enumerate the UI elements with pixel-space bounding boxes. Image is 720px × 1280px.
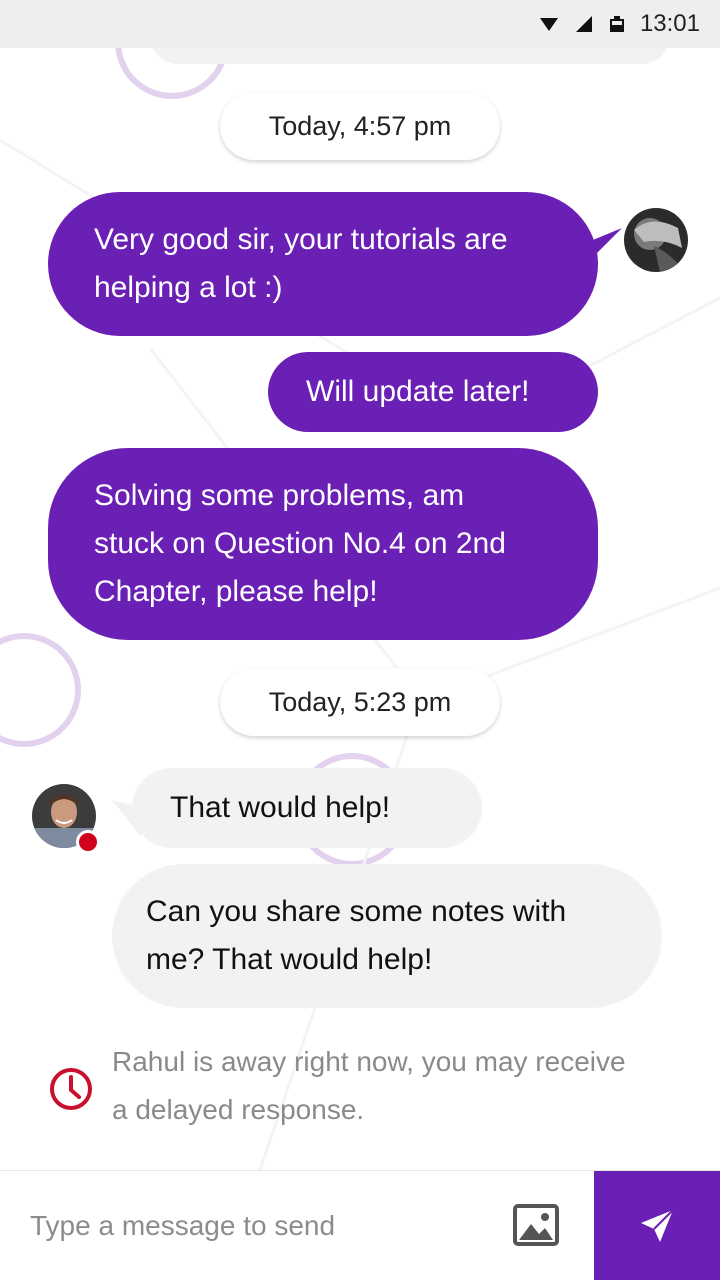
message-text: Will update later!: [306, 375, 530, 408]
send-icon: [641, 1209, 674, 1242]
away-notice: Rahul is away right now, you may receive…: [0, 1038, 720, 1138]
message-input[interactable]: [30, 1199, 480, 1253]
battery-icon: [609, 16, 624, 32]
message-bubble-outgoing[interactable]: Very good sir, your tutorials are helpin…: [48, 192, 598, 336]
chat-area[interactable]: Today, 4:57 pm Very good sir, your tutor…: [0, 48, 720, 1170]
attach-image-button[interactable]: [513, 1204, 559, 1246]
message-line: Chapter, please help!: [94, 575, 378, 608]
status-time: 13:01: [639, 10, 700, 37]
message-line: stuck on Question No.4 on 2nd: [94, 527, 506, 560]
wifi-icon: [539, 16, 558, 32]
message-text: That would help!: [170, 791, 391, 824]
message-composer: [0, 1170, 720, 1280]
sender-avatar[interactable]: [624, 208, 688, 272]
clock-icon: [48, 1066, 94, 1117]
message-bubble-outgoing[interactable]: Solving some problems, am stuck on Quest…: [48, 448, 598, 640]
message-line: Solving some problems, am: [94, 479, 465, 512]
message-line: me? That would help!: [146, 943, 433, 976]
date-separator: Today, 4:57 pm: [220, 92, 500, 160]
message-bubble-outgoing[interactable]: Will update later!: [268, 352, 598, 432]
image-icon: [513, 1204, 559, 1246]
date-separator: Today, 5:23 pm: [220, 668, 500, 736]
message-text: Can you share some notes with me? That w…: [146, 888, 566, 984]
message-line: Very good sir, your tutorials are: [94, 223, 508, 256]
message-text: Solving some problems, am stuck on Quest…: [94, 472, 506, 616]
away-text: Rahul is away right now, you may receive…: [112, 1038, 692, 1134]
message-text: Very good sir, your tutorials are helpin…: [94, 216, 508, 312]
presence-status-dot: [76, 830, 100, 854]
status-bar: 13:01: [0, 0, 720, 48]
date-label: Today, 5:23 pm: [268, 686, 452, 717]
message-bubble-incoming[interactable]: That would help!: [132, 768, 482, 848]
message-line: Can you share some notes with: [146, 895, 567, 928]
send-button[interactable]: [594, 1171, 720, 1280]
message-bubble-incoming[interactable]: Can you share some notes with me? That w…: [112, 864, 662, 1008]
away-line: Rahul is away right now, you may receive: [112, 1046, 626, 1077]
away-line: a delayed response.: [112, 1094, 365, 1125]
cell-signal-icon: [575, 16, 592, 32]
message-line: helping a lot :): [94, 271, 283, 304]
bubble-tail: [588, 228, 622, 256]
date-label: Today, 4:57 pm: [268, 110, 452, 141]
previous-message-bubble: [150, 48, 670, 64]
